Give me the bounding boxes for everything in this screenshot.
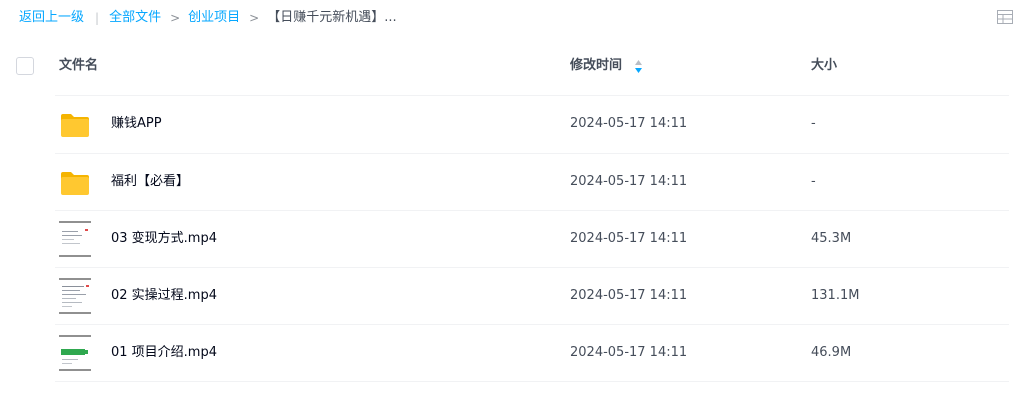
file-size: 46.9M <box>811 345 852 360</box>
file-size: - <box>811 174 816 189</box>
select-all-checkbox[interactable] <box>16 57 34 75</box>
file-name[interactable]: 01 项目介绍.mp4 <box>111 344 217 362</box>
file-modified: 2024-05-17 14:11 <box>570 288 688 303</box>
breadcrumb-divider: | <box>95 11 100 25</box>
table-row[interactable]: 福利【必看】 2024-05-17 14:11 - <box>55 153 1009 211</box>
grid-view-icon[interactable] <box>997 10 1013 24</box>
breadcrumb-bar: 返回上一级 | 全部文件 > 创业项目 > 【日赚千元新机遇】... <box>0 0 1024 36</box>
breadcrumb-current: 【日赚千元新机遇】... <box>267 10 397 25</box>
video-thumbnail-icon <box>59 278 91 314</box>
table-row[interactable]: 01 项目介绍.mp4 2024-05-17 14:11 46.9M <box>55 324 1009 382</box>
file-modified: 2024-05-17 14:11 <box>570 174 688 189</box>
file-modified: 2024-05-17 14:11 <box>570 231 688 246</box>
column-header-size[interactable]: 大小 <box>811 58 837 74</box>
breadcrumb-arrow: > <box>249 11 260 25</box>
breadcrumb-item-all-files[interactable]: 全部文件 <box>109 9 161 27</box>
table-header <box>0 48 1024 88</box>
table-row[interactable]: 赚钱APP 2024-05-17 14:11 - <box>55 95 1009 153</box>
file-name[interactable]: 02 实操过程.mp4 <box>111 287 217 305</box>
table-row[interactable]: 02 实操过程.mp4 2024-05-17 14:11 131.1M <box>55 267 1009 325</box>
file-size: 45.3M <box>811 231 852 246</box>
breadcrumb-arrow: > <box>170 11 181 25</box>
file-name[interactable]: 03 变现方式.mp4 <box>111 230 217 248</box>
table-row[interactable]: 03 变现方式.mp4 2024-05-17 14:11 45.3M <box>55 210 1009 268</box>
video-thumbnail-icon <box>59 335 91 371</box>
back-link[interactable]: 返回上一级 <box>19 9 84 27</box>
file-name[interactable]: 赚钱APP <box>111 115 162 133</box>
breadcrumb-item-startup-projects[interactable]: 创业项目 <box>188 9 240 27</box>
table-bottom-divider <box>55 381 1009 382</box>
file-browser: 返回上一级 | 全部文件 > 创业项目 > 【日赚千元新机遇】... 文件名 修… <box>0 0 1024 395</box>
file-modified: 2024-05-17 14:11 <box>570 345 688 360</box>
sort-arrows-icon[interactable] <box>634 59 643 74</box>
file-size: - <box>811 116 816 131</box>
file-size: 131.1M <box>811 288 860 303</box>
breadcrumb: 返回上一级 | 全部文件 > 创业项目 > 【日赚千元新机遇】... <box>19 9 397 27</box>
folder-icon <box>61 114 89 137</box>
column-header-name[interactable]: 文件名 <box>59 58 98 74</box>
video-thumbnail-icon <box>59 221 91 257</box>
file-modified: 2024-05-17 14:11 <box>570 116 688 131</box>
file-name[interactable]: 福利【必看】 <box>111 173 189 191</box>
folder-icon <box>61 172 89 195</box>
column-header-modified[interactable]: 修改时间 <box>570 58 622 74</box>
